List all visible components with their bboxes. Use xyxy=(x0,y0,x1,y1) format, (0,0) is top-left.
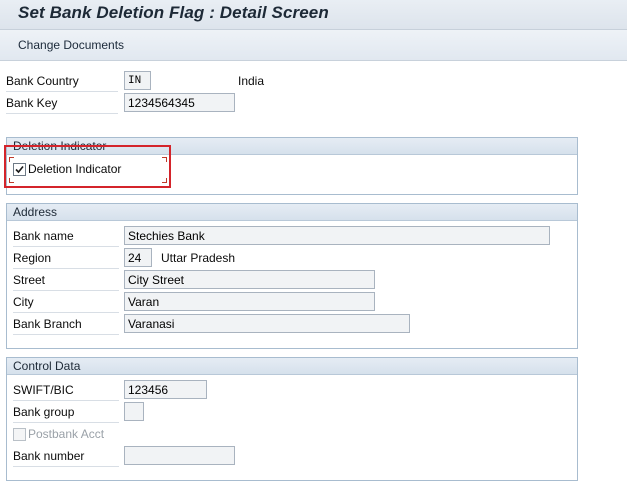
swift-bic-field[interactable]: 123456 xyxy=(124,380,207,399)
region-label: Region xyxy=(13,251,52,265)
address-group-title: Address xyxy=(7,204,577,221)
bank-number-underline xyxy=(13,466,119,467)
bank-country-field[interactable]: IN xyxy=(124,71,151,90)
swift-bic-label: SWIFT/BIC xyxy=(13,383,74,397)
title-bar: Set Bank Deletion Flag : Detail Screen xyxy=(0,0,627,30)
bank-number-label: Bank number xyxy=(13,449,85,463)
bank-country-underline xyxy=(6,91,118,92)
street-field[interactable]: City Street xyxy=(124,270,375,289)
city-field[interactable]: Varan xyxy=(124,292,375,311)
street-label: Street xyxy=(13,273,46,287)
bank-group-field[interactable] xyxy=(124,402,144,421)
bank-branch-field[interactable]: Varanasi xyxy=(124,314,410,333)
bank-group-label: Bank group xyxy=(13,405,75,419)
bank-country-label: Bank Country xyxy=(6,74,79,88)
highlight-box xyxy=(4,145,171,188)
region-field[interactable]: 24 xyxy=(124,248,152,267)
bank-key-underline xyxy=(6,113,118,114)
bank-country-name: India xyxy=(238,74,265,88)
bank-name-underline xyxy=(13,246,119,247)
application-toolbar: Change Documents xyxy=(0,30,627,61)
page-title: Set Bank Deletion Flag : Detail Screen xyxy=(18,3,329,22)
region-underline xyxy=(13,268,119,269)
bank-branch-label: Bank Branch xyxy=(13,317,82,331)
region-name: Uttar Pradesh xyxy=(161,251,236,265)
bank-name-label: Bank name xyxy=(13,229,74,243)
bank-name-field[interactable]: Stechies Bank xyxy=(124,226,550,245)
postbank-acct-label: Postbank Acct xyxy=(28,427,105,441)
bank-group-underline xyxy=(13,422,119,423)
city-underline xyxy=(13,312,119,313)
bank-key-label: Bank Key xyxy=(6,96,58,110)
postbank-acct-checkbox[interactable] xyxy=(13,428,26,441)
bank-branch-underline xyxy=(13,334,119,335)
control-data-group: Control Data xyxy=(6,357,578,481)
street-underline xyxy=(13,290,119,291)
control-data-group-title: Control Data xyxy=(7,358,577,375)
bank-number-field[interactable] xyxy=(124,446,235,465)
swift-bic-underline xyxy=(13,400,119,401)
bank-key-field[interactable]: 1234564345 xyxy=(124,93,235,112)
city-label: City xyxy=(13,295,34,309)
change-documents-button[interactable]: Change Documents xyxy=(18,38,124,52)
